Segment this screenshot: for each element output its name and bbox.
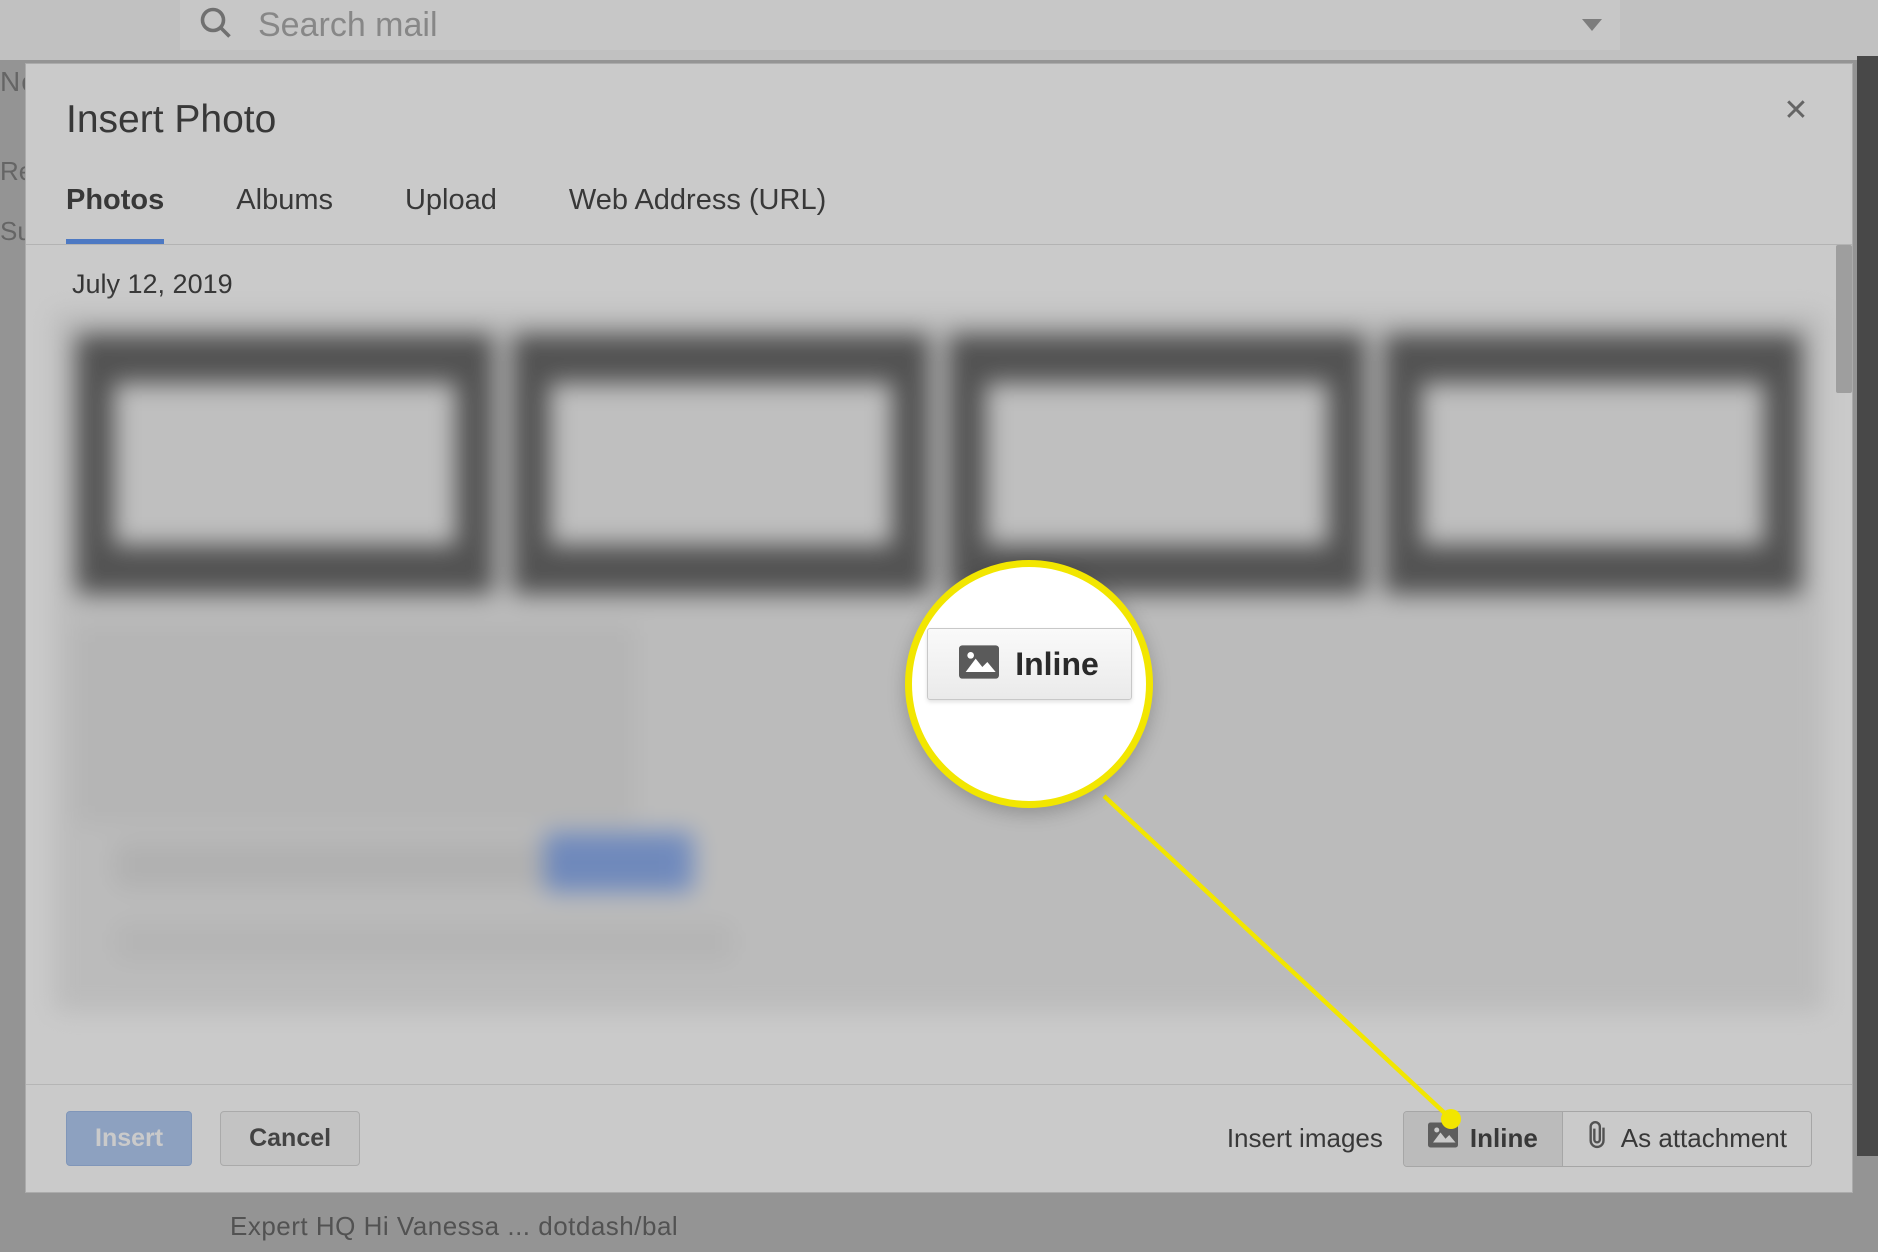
- dialog-title: Insert Photo: [66, 98, 276, 142]
- callout-magnifier: Inline: [905, 560, 1153, 808]
- tab-photos[interactable]: Photos: [66, 184, 164, 244]
- search-options-caret-icon[interactable]: [1582, 19, 1602, 31]
- photo-thumbnail[interactable]: [948, 334, 1366, 594]
- callout-inline-label: Inline: [1015, 646, 1099, 683]
- attachment-mode-button[interactable]: As attachment: [1563, 1112, 1811, 1166]
- paperclip-icon: [1587, 1120, 1609, 1157]
- blurred-content: [114, 922, 734, 962]
- inline-mode-label: Inline: [1470, 1123, 1538, 1154]
- dialog-tabs: Photos Albums Upload Web Address (URL): [26, 152, 1852, 245]
- search-mail-field[interactable]: Search mail: [180, 0, 1620, 50]
- insert-mode-segment: Inline As attachment: [1403, 1111, 1812, 1167]
- callout-inline-button-enlarged: Inline: [927, 628, 1132, 700]
- search-icon: [198, 5, 234, 46]
- tab-albums[interactable]: Albums: [236, 184, 333, 244]
- cancel-button[interactable]: Cancel: [220, 1111, 360, 1166]
- scrollbar-thumb[interactable]: [1836, 245, 1852, 393]
- bg-mail-snippet: Expert HQ Hi Vanessa ... dotdash/bal: [230, 1211, 678, 1242]
- insert-images-label: Insert images: [1227, 1123, 1383, 1154]
- photo-thumbnail[interactable]: [512, 334, 930, 594]
- search-placeholder: Search mail: [258, 6, 438, 45]
- tab-upload[interactable]: Upload: [405, 184, 497, 244]
- tab-web-address[interactable]: Web Address (URL): [569, 184, 826, 244]
- photo-thumbnail[interactable]: [1384, 334, 1802, 594]
- inline-mode-button[interactable]: Inline: [1404, 1112, 1562, 1166]
- photo-group-date: July 12, 2019: [54, 263, 1824, 312]
- dialog-footer: Insert Cancel Insert images Inline As at…: [26, 1084, 1852, 1192]
- close-icon: ✕: [1783, 93, 1808, 128]
- photo-thumbnail[interactable]: [76, 334, 494, 594]
- search-bar-strip: Search mail: [0, 0, 1878, 60]
- image-icon: [959, 645, 999, 684]
- attachment-mode-label: As attachment: [1621, 1123, 1787, 1154]
- photo-thumbnail[interactable]: [76, 624, 636, 824]
- insert-button[interactable]: Insert: [66, 1111, 192, 1166]
- callout-endpoint-dot: [1441, 1109, 1461, 1129]
- blurred-content: [544, 832, 694, 892]
- bg-dark-panel: [1857, 56, 1878, 1156]
- close-button[interactable]: ✕: [1780, 94, 1812, 126]
- dialog-header: Insert Photo ✕: [26, 64, 1852, 152]
